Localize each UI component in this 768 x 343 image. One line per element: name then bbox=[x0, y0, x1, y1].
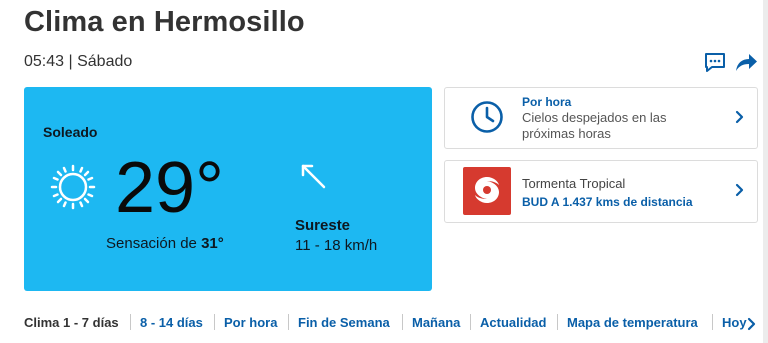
day-text: Sábado bbox=[77, 53, 133, 70]
timestamp: 05:43 | Sábado bbox=[24, 53, 132, 71]
hourly-title: Por hora bbox=[522, 95, 572, 109]
forecast-nav: Clima 1 - 7 días 8 - 14 días Por hora Fi… bbox=[0, 312, 768, 334]
nav-8-14-dias[interactable]: 8 - 14 días bbox=[140, 315, 203, 330]
separator: | bbox=[68, 53, 73, 70]
current-weather-card: Soleado 29° Sensación de 31° Sureste 11 … bbox=[24, 87, 432, 291]
hourly-description: Cielos despejados en las próximas horas bbox=[522, 110, 667, 141]
feels-like: Sensación de 31° bbox=[106, 235, 224, 252]
nav-divider bbox=[557, 314, 558, 330]
nav-actualidad[interactable]: Actualidad bbox=[480, 315, 546, 330]
nav-divider bbox=[402, 314, 403, 330]
nav-hoy[interactable]: Hoy bbox=[722, 315, 747, 330]
storm-title: Tormenta Tropical bbox=[522, 176, 626, 191]
chevron-right-icon[interactable] bbox=[747, 317, 757, 334]
time-text: 05:43 bbox=[24, 53, 65, 70]
clock-icon bbox=[470, 100, 504, 139]
nav-manana[interactable]: Mañana bbox=[412, 315, 460, 330]
nav-clima-1-7-dias[interactable]: Clima 1 - 7 días bbox=[24, 315, 119, 330]
comment-icon[interactable] bbox=[704, 52, 726, 78]
temperature-value: 29° bbox=[115, 148, 224, 228]
sun-icon bbox=[50, 164, 96, 215]
nav-mapa-de-temperatura[interactable]: Mapa de temperatura bbox=[567, 315, 698, 330]
chevron-right-icon bbox=[735, 110, 745, 129]
nav-divider bbox=[130, 314, 131, 330]
nav-divider bbox=[712, 314, 713, 330]
wind-direction: Sureste bbox=[295, 217, 351, 234]
hurricane-icon bbox=[463, 167, 511, 220]
nav-por-hora[interactable]: Por hora bbox=[224, 315, 277, 330]
feels-like-value: 31° bbox=[201, 235, 224, 252]
feels-like-label: Sensación de bbox=[106, 235, 197, 252]
tropical-storm-card[interactable]: Tormenta Tropical BUD A 1.437 kms de dis… bbox=[444, 160, 758, 223]
nav-divider bbox=[470, 314, 471, 330]
page-title: Clima en Hermosillo bbox=[24, 6, 305, 38]
nav-divider bbox=[288, 314, 289, 330]
storm-distance: BUD A 1.437 kms de distancia bbox=[522, 195, 693, 209]
share-icon[interactable] bbox=[734, 52, 758, 77]
page-edge bbox=[763, 0, 768, 343]
wind-speed: 11 - 18 km/h bbox=[295, 237, 378, 254]
chevron-right-icon bbox=[735, 183, 745, 202]
header-actions bbox=[704, 52, 759, 74]
condition-label: Soleado bbox=[43, 124, 98, 140]
nav-fin-de-semana[interactable]: Fin de Semana bbox=[298, 315, 390, 330]
hourly-forecast-card[interactable]: Por hora Cielos despejados en las próxim… bbox=[444, 87, 758, 149]
wind-direction-arrow-icon bbox=[296, 159, 330, 198]
nav-divider bbox=[214, 314, 215, 330]
